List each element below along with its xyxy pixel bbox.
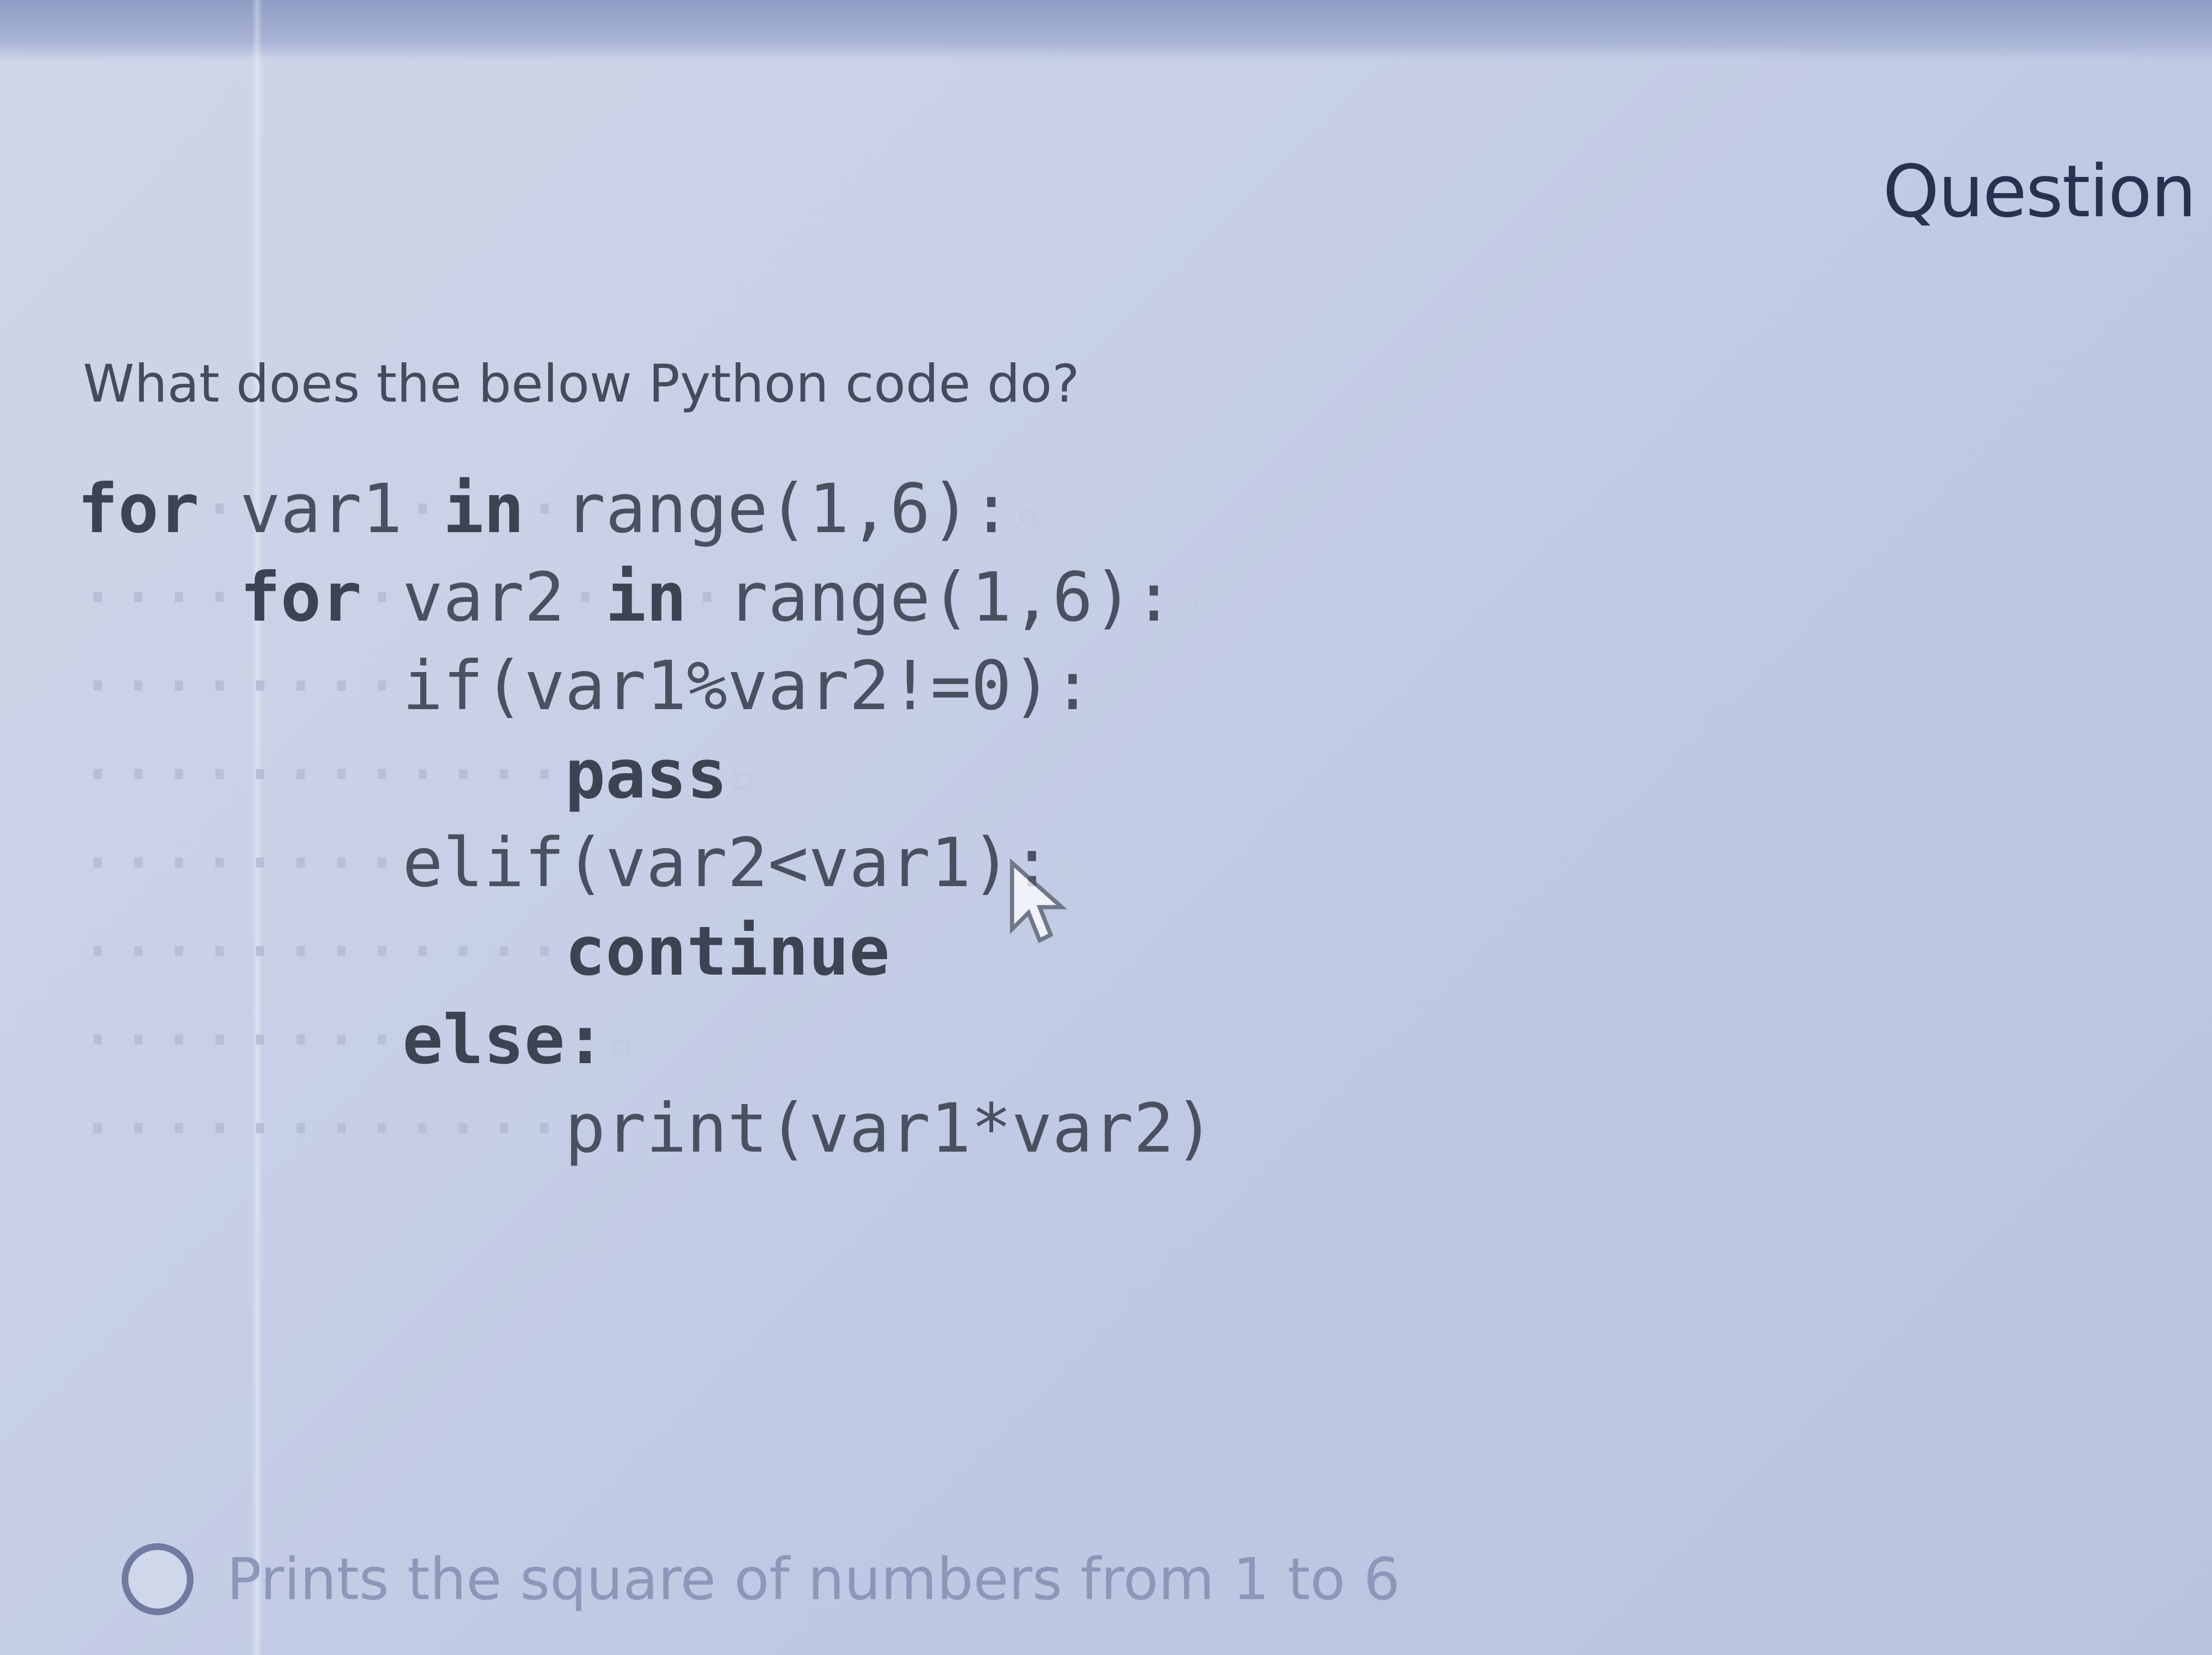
- code-token: range(1,6):: [565, 470, 1012, 548]
- code-text: continue: [565, 912, 890, 991]
- mouse-pointer-icon: [1010, 858, 1067, 944]
- empty-line-end-mark: ¤: [575, 1217, 606, 1275]
- answer-option-label[interactable]: Prints the square of numbers from 1 to 6: [227, 1545, 1400, 1613]
- code-token: var2: [402, 558, 565, 637]
- line-end-mark: ¤: [1093, 663, 1123, 721]
- code-text: print(var1*var2): [565, 1089, 1215, 1168]
- code-line-2: ····for·var2·in·range(1,6):¤: [77, 558, 1204, 637]
- code-line-5: ········elif(var2<var1):¤: [77, 824, 1082, 902]
- code-line-6: ············continue: [77, 913, 890, 990]
- radio-empty-icon[interactable]: [122, 1543, 194, 1615]
- code-indent: ············: [77, 735, 565, 814]
- code-text: pass: [565, 735, 728, 814]
- code-indent: ········: [77, 647, 403, 725]
- code-token: range(1,6):: [727, 558, 1175, 637]
- code-line-4: ············pass¤: [77, 736, 757, 813]
- code-keyword: for: [239, 558, 362, 637]
- code-text: if(var1%var2!=0):: [402, 647, 1093, 725]
- code-indent: ········: [77, 824, 403, 902]
- code-line-7: ········else:¤: [77, 1001, 635, 1079]
- code-line-3: ········if(var1%var2!=0):¤: [77, 647, 1123, 725]
- code-keyword: in: [443, 470, 524, 548]
- code-token: var1: [239, 470, 403, 548]
- code-text: elif(var2<var1):: [402, 824, 1052, 902]
- answer-option-1[interactable]: Prints the square of numbers from 1 to 6: [122, 1532, 1400, 1626]
- line-end-mark: ¤: [727, 752, 758, 810]
- question-prompt: What does the below Python code do?: [83, 354, 1080, 414]
- top-bar: [0, 0, 2212, 61]
- code-keyword: in: [605, 558, 687, 637]
- code-indent: ············: [77, 1089, 565, 1168]
- code-indent: ····: [77, 558, 240, 637]
- line-end-mark: ¤: [605, 1017, 636, 1075]
- line-end-mark: ¤: [1214, 1106, 1245, 1164]
- code-indent: ············: [77, 912, 565, 991]
- page-title: Question: [1882, 149, 2197, 233]
- line-end-mark: ¤: [1011, 486, 1042, 544]
- line-end-mark: ¤: [1174, 575, 1204, 633]
- code-line-8: ············print(var1*var2)¤: [77, 1090, 1245, 1167]
- code-indent: ········: [77, 1001, 403, 1079]
- code-keyword: for: [77, 470, 200, 548]
- code-text: else:: [402, 1001, 606, 1079]
- code-line-1: for·var1·in·range(1,6):¤: [77, 470, 1042, 548]
